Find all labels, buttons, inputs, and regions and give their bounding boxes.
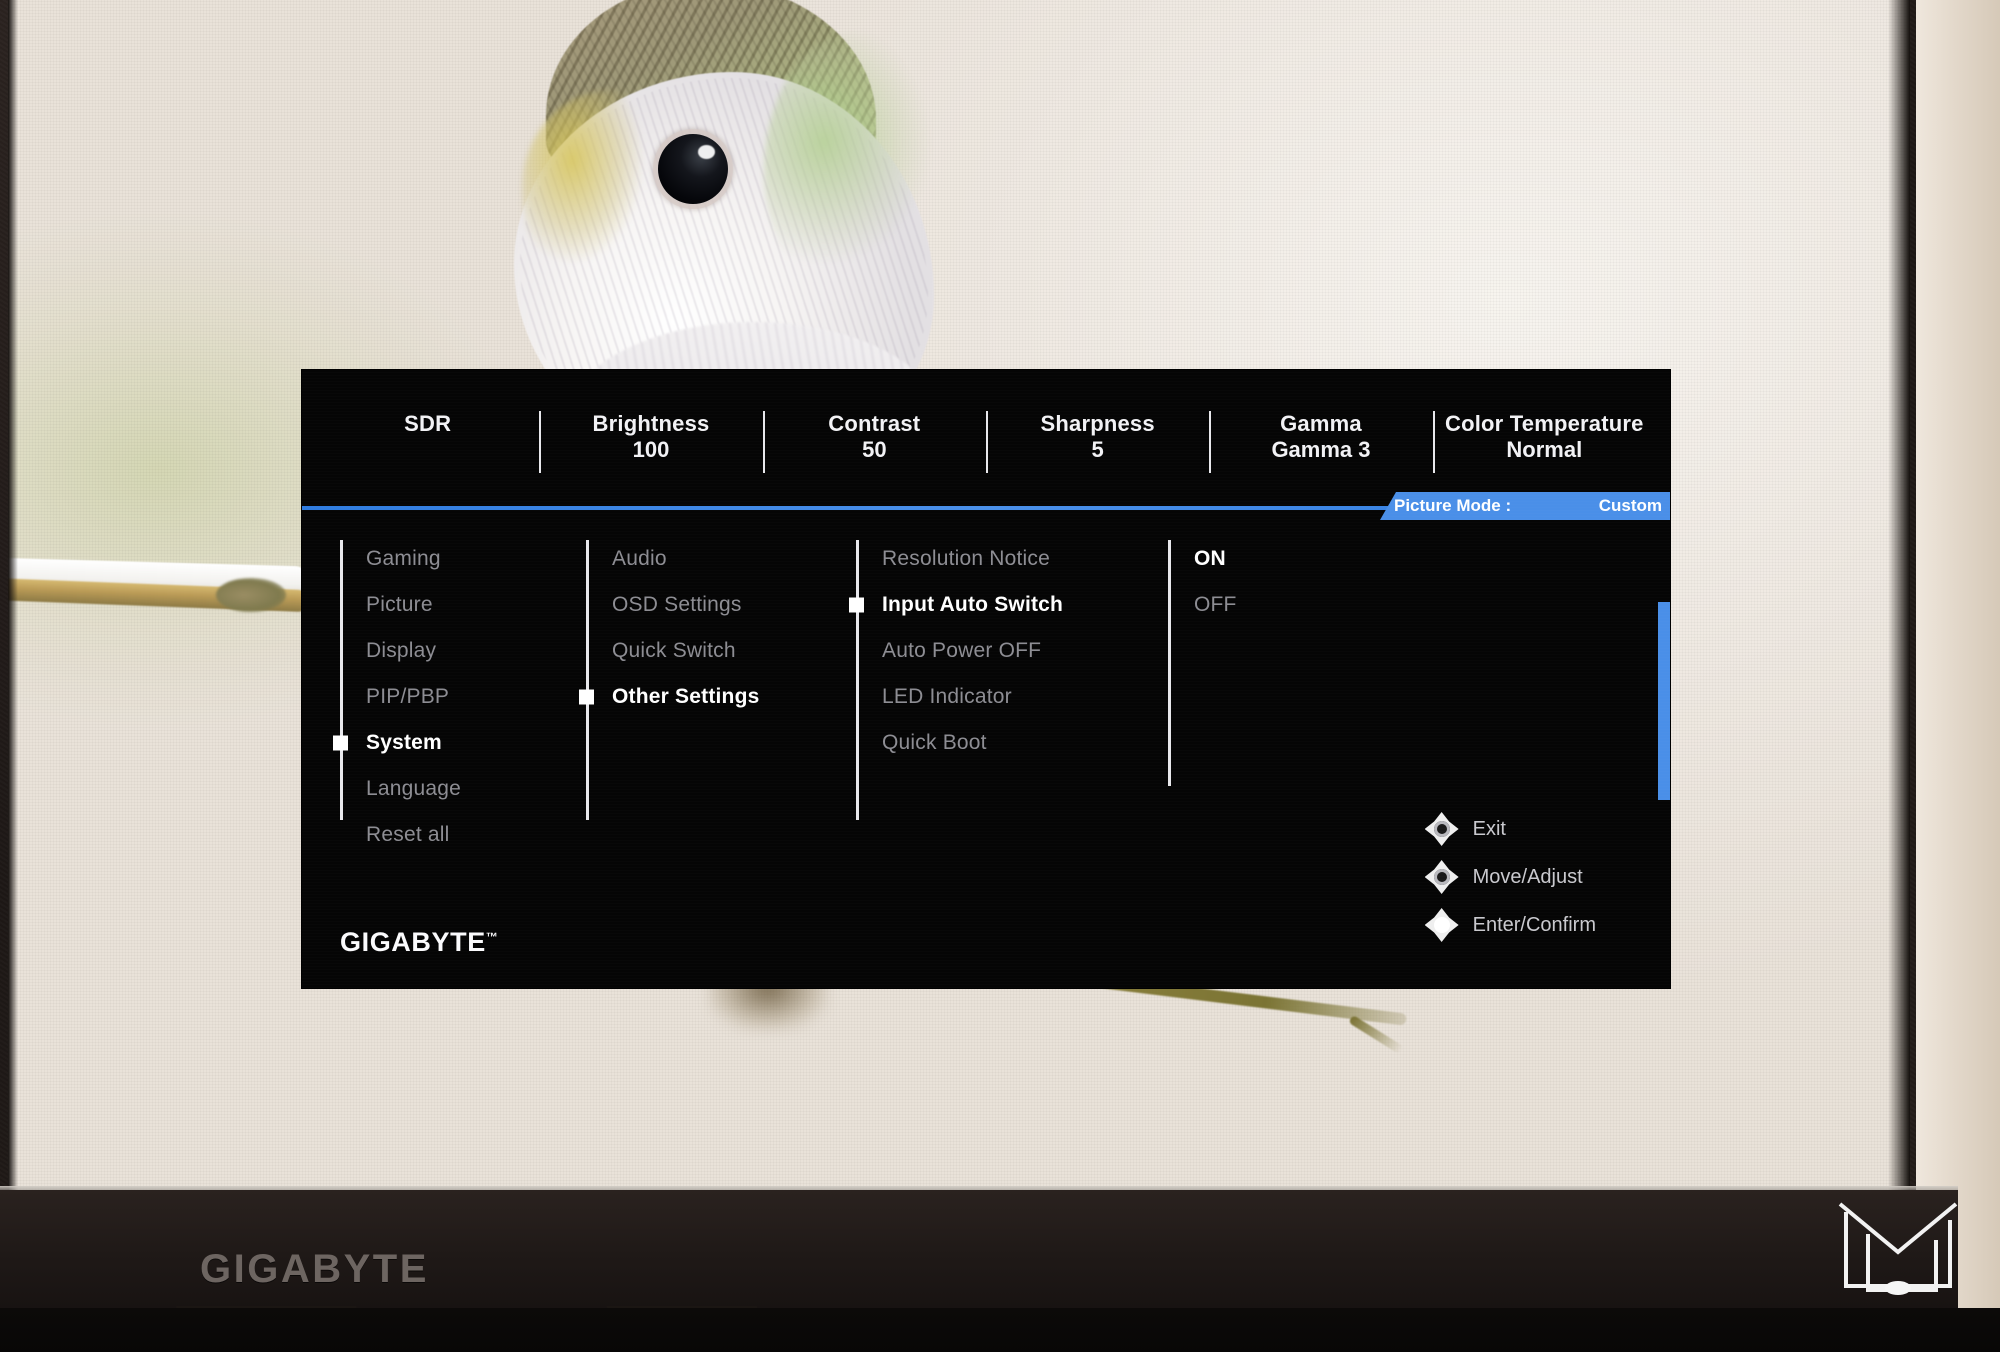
column-rule — [1168, 540, 1171, 786]
header-value-color-temperature: Normal — [1506, 437, 1583, 462]
menu-item-label: Display — [366, 639, 437, 662]
menu-item-label: Resolution Notice — [882, 547, 1050, 570]
screenshot-stage: SDR Brightness 100 Contrast 50 Sharpness… — [0, 0, 2000, 1352]
menu-item-label: Audio — [612, 547, 667, 570]
osd-column-system-submenu: Audio OSD Settings Quick Switch Other Se… — [579, 536, 836, 908]
menu-item-quick-switch[interactable]: Quick Switch — [612, 628, 836, 674]
menu-item-reset-all[interactable]: Reset all — [366, 812, 558, 858]
menu-item-language[interactable]: Language — [366, 766, 558, 812]
osd-column-main-menu: Gaming Picture Display PIP/PBP System La… — [333, 536, 558, 908]
menu-item-display[interactable]: Display — [366, 628, 558, 674]
bird-nape — [764, 32, 994, 312]
osd-logo-text: GIGABYTE — [340, 927, 486, 957]
hint-exit[interactable]: Exit — [1424, 812, 1596, 846]
header-value-sharpness: 5 — [1091, 437, 1104, 462]
picture-mode-label: Picture Mode : — [1394, 496, 1512, 515]
hint-label-exit: Exit — [1472, 817, 1506, 840]
menu-item-label: Reset all — [366, 823, 450, 846]
header-title-color-temperature: Color Temperature — [1445, 411, 1644, 436]
joystick-exit-icon — [1424, 812, 1459, 846]
menu-item-auto-power-off[interactable]: Auto Power OFF — [882, 628, 1146, 674]
menu-item-osd-settings[interactable]: OSD Settings — [612, 582, 836, 628]
watermark-m-icon — [1838, 1202, 1958, 1295]
menu-item-label: Picture — [366, 593, 433, 616]
hint-label-move-adjust: Move/Adjust — [1472, 865, 1583, 888]
selection-marker — [849, 597, 864, 613]
osd-header-row: SDR Brightness 100 Contrast 50 Sharpness… — [302, 370, 1670, 498]
header-title-gamma: Gamma — [1280, 411, 1362, 436]
joystick-move-icon — [1424, 860, 1459, 894]
option-on[interactable]: ON — [1194, 536, 1468, 582]
header-title-brightness: Brightness — [592, 411, 710, 436]
header-value-gamma: Gamma 3 — [1271, 437, 1371, 462]
hint-enter-confirm[interactable]: Enter/Confirm — [1424, 908, 1596, 942]
menu-item-label: Quick Boot — [882, 731, 987, 754]
bezel-gigabyte-logo: GIGABYTE — [200, 1247, 429, 1291]
option-label: OFF — [1194, 593, 1237, 616]
header-value-sdr — [320, 437, 535, 463]
desk-surface — [0, 1308, 2000, 1352]
menu-item-label: Other Settings — [612, 685, 760, 708]
menu-item-gaming[interactable]: Gaming — [366, 536, 558, 582]
menu-item-label: PIP/PBP — [366, 685, 450, 708]
osd-panel: SDR Brightness 100 Contrast 50 Sharpness… — [302, 370, 1670, 988]
header-title-sdr: SDR — [404, 411, 452, 436]
menu-item-resolution-notice[interactable]: Resolution Notice — [882, 536, 1146, 582]
monitor-screen: SDR Brightness 100 Contrast 50 Sharpness… — [8, 0, 1910, 1190]
menu-item-label: Quick Switch — [612, 639, 736, 662]
joystick-enter-icon — [1424, 908, 1459, 942]
option-off[interactable]: OFF — [1194, 582, 1468, 628]
branch-knot — [216, 578, 286, 612]
menu-item-label: Gaming — [366, 547, 441, 570]
header-cell-sharpness[interactable]: Sharpness 5 — [985, 405, 1209, 473]
osd-divider-row: Picture Mode : Custom — [302, 492, 1670, 522]
header-title-sharpness: Sharpness — [1040, 411, 1155, 436]
menu-item-label: OSD Settings — [612, 593, 742, 616]
osd-gigabyte-logo: GIGABYTE™ — [340, 927, 498, 958]
column-rule — [856, 540, 859, 820]
header-cell-brightness[interactable]: Brightness 100 — [539, 405, 762, 473]
menu-item-system[interactable]: System — [333, 720, 558, 766]
header-cell-contrast[interactable]: Contrast 50 — [762, 405, 986, 473]
menu-item-label: Input Auto Switch — [882, 593, 1064, 616]
menu-item-pip-pbp[interactable]: PIP/PBP — [366, 674, 558, 720]
column-rule — [586, 540, 589, 820]
osd-column-other-settings: Resolution Notice Input Auto Switch Auto… — [849, 536, 1146, 908]
option-label: ON — [1194, 547, 1226, 570]
hint-label-enter-confirm: Enter/Confirm — [1472, 913, 1596, 936]
header-cell-sdr[interactable]: SDR — [316, 405, 539, 469]
menu-item-label: System — [366, 731, 442, 754]
menu-item-quick-boot[interactable]: Quick Boot — [882, 720, 1146, 766]
osd-logo-trademark: ™ — [485, 930, 499, 944]
menu-item-other-settings[interactable]: Other Settings — [579, 674, 836, 720]
menu-item-input-auto-switch[interactable]: Input Auto Switch — [849, 582, 1146, 628]
osd-column-value-options: ON OFF — [1168, 536, 1468, 908]
menu-item-audio[interactable]: Audio — [612, 536, 836, 582]
menu-item-label: LED Indicator — [882, 685, 1012, 708]
column-rule — [340, 540, 343, 820]
selection-marker — [333, 735, 348, 751]
lcd-left-edge — [8, 0, 18, 1190]
header-cell-gamma[interactable]: Gamma Gamma 3 — [1209, 405, 1432, 473]
menu-item-label: Language — [366, 777, 462, 800]
header-title-contrast: Contrast — [828, 411, 921, 436]
osd-control-hints: Exit Move/Adjust Enter/Confirm — [1424, 812, 1596, 942]
selection-marker — [579, 689, 594, 705]
hint-move-adjust[interactable]: Move/Adjust — [1424, 860, 1596, 894]
picture-mode-value: Custom — [1598, 496, 1662, 515]
background-wall — [1916, 0, 2000, 1352]
header-value-brightness: 100 — [632, 437, 670, 462]
header-cell-color-temperature[interactable]: Color Temperature Normal — [1432, 405, 1656, 473]
picture-mode-banner[interactable]: Picture Mode : Custom — [1380, 492, 1670, 520]
bird-eye — [658, 134, 728, 204]
menu-item-led-indicator[interactable]: LED Indicator — [882, 674, 1146, 720]
hummingbird-photo — [394, 0, 1094, 582]
menu-item-picture[interactable]: Picture — [366, 582, 558, 628]
lcd-right-edge — [1888, 0, 1910, 1190]
header-value-contrast: 50 — [862, 437, 887, 462]
publisher-watermark — [1832, 1190, 1964, 1298]
snowy-branch-left — [8, 557, 318, 620]
menu-item-label: Auto Power OFF — [882, 639, 1042, 662]
